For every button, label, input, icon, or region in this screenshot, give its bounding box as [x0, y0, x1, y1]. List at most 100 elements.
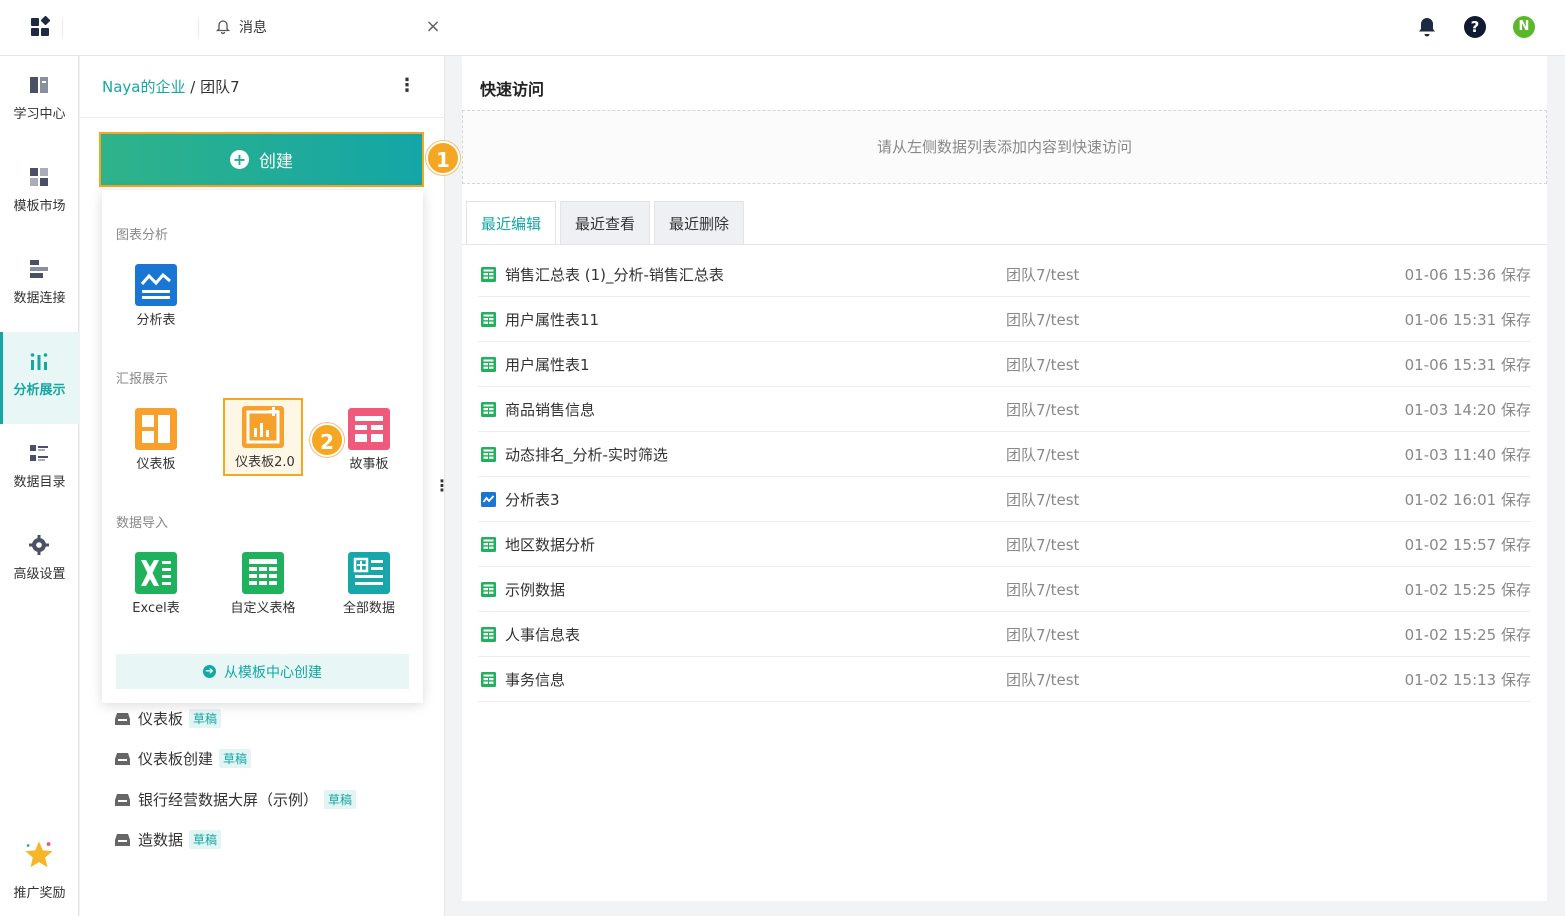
tab-recent-deleted[interactable]: 最近删除: [654, 201, 745, 245]
draft-item[interactable]: 造数据 草稿: [115, 828, 222, 850]
template-icon: [30, 168, 48, 186]
draft-item[interactable]: 仪表板 草稿: [115, 707, 222, 729]
recent-file-row[interactable]: 用户属性表11 团队7/test 01-06 15:31 保存: [478, 297, 1531, 342]
storyboard-icon: [348, 408, 390, 450]
nav-item-data-catalog[interactable]: 数据目录: [0, 424, 79, 516]
draft-item[interactable]: 仪表板创建 草稿: [115, 747, 252, 769]
table-file-icon: [481, 402, 496, 417]
create-from-template-label: 从模板中心创建: [224, 664, 322, 681]
menu-item-custom-table[interactable]: 自定义表格: [223, 544, 303, 622]
create-from-template-button[interactable]: ➔ 从模板中心创建: [116, 654, 409, 689]
draft-tag: 草稿: [324, 789, 357, 809]
menu-item-dashboard-2[interactable]: 仪表板2.0: [223, 398, 303, 476]
draft-name: 仪表板创建: [138, 749, 214, 768]
nav-item-learning-center[interactable]: 学习中心: [0, 56, 79, 148]
nav-label: 数据目录: [13, 475, 66, 490]
message-tab[interactable]: 消息: [215, 16, 267, 38]
nav-item-data-connection[interactable]: 数据连接: [0, 240, 79, 332]
file-name[interactable]: 商品销售信息: [505, 399, 595, 420]
nav-item-analysis[interactable]: 分析展示: [0, 332, 79, 424]
bell-outline-icon: [215, 20, 231, 35]
menu-item-all-data[interactable]: 全部数据: [329, 544, 409, 622]
file-name[interactable]: 人事信息表: [505, 624, 580, 645]
file-path: 团队7/test: [1006, 581, 1080, 599]
create-button[interactable]: + 创建: [99, 132, 424, 187]
file-name[interactable]: 动态排名_分析-实时筛选: [505, 444, 668, 465]
file-path: 团队7/test: [1006, 536, 1080, 554]
file-path: 团队7/test: [1006, 446, 1080, 464]
create-dropdown-menu: 图表分析 分析表 汇报展示 仪表板 仪表板2.0 2 故事板 数据导入 Exce…: [102, 190, 423, 703]
breadcrumb-org-link[interactable]: Naya的企业: [102, 78, 185, 96]
file-name[interactable]: 分析表3: [505, 489, 560, 510]
menu-item-excel[interactable]: Excel表: [116, 544, 196, 622]
menu-item-storyboard[interactable]: 故事板: [329, 400, 409, 478]
file-path: 团队7/test: [1006, 401, 1080, 419]
nav-label: 数据连接: [13, 291, 66, 306]
file-path: 团队7/test: [1006, 626, 1080, 644]
panel-divider: [80, 117, 445, 118]
file-name[interactable]: 用户属性表11: [505, 309, 599, 330]
file-name[interactable]: 示例数据: [505, 579, 565, 600]
file-saved-time: 01-06 15:31 保存: [1404, 356, 1531, 374]
file-path: 团队7/test: [1006, 266, 1080, 284]
file-path: 团队7/test: [1006, 671, 1080, 689]
recent-file-row[interactable]: 用户属性表1 团队7/test 01-06 15:31 保存: [478, 342, 1531, 387]
recent-file-row[interactable]: 动态排名_分析-实时筛选 团队7/test 01-03 11:40 保存: [478, 432, 1531, 477]
file-saved-time: 01-06 15:31 保存: [1404, 311, 1531, 329]
recent-file-row[interactable]: 示例数据 团队7/test 01-02 15:25 保存: [478, 567, 1531, 612]
book-icon: [30, 77, 48, 93]
menu-item-label: 自定义表格: [230, 601, 296, 616]
menu-item-analysis-table[interactable]: 分析表: [116, 256, 196, 334]
nav-item-advanced-settings[interactable]: 高级设置: [0, 516, 79, 608]
table-file-icon: [481, 357, 496, 372]
recent-file-row[interactable]: 人事信息表 团队7/test 01-02 15:25 保存: [478, 612, 1531, 657]
tab-recent-edited[interactable]: 最近编辑: [466, 201, 557, 245]
excel-icon: [135, 552, 177, 594]
dashboard-2-icon: [242, 406, 284, 448]
recent-file-row[interactable]: 商品销售信息 团队7/test 01-03 14:20 保存: [478, 387, 1531, 432]
breadcrumb: Naya的企业 / 团队7: [102, 76, 240, 97]
menu-item-label: 仪表板: [136, 457, 176, 472]
menu-item-label: Excel表: [132, 601, 180, 616]
tab-recent-viewed[interactable]: 最近查看: [560, 201, 651, 245]
plus-circle-icon: +: [230, 150, 249, 169]
recent-file-row[interactable]: 分析表3 团队7/test 01-02 16:01 保存: [478, 477, 1531, 522]
all-data-icon: [348, 552, 390, 594]
nav-item-template-market[interactable]: 模板市场: [0, 148, 79, 240]
user-avatar[interactable]: N: [1513, 16, 1535, 38]
content-card: 快速访问 请从左侧数据列表添加内容到快速访问 最近编辑 最近查看 最近删除 销售…: [462, 56, 1547, 901]
menu-item-dashboard[interactable]: 仪表板: [116, 400, 196, 478]
inbox-icon: [115, 752, 130, 765]
file-saved-time: 01-03 14:20 保存: [1404, 401, 1531, 419]
custom-table-icon: [242, 552, 284, 594]
file-saved-time: 01-02 15:25 保存: [1404, 626, 1531, 644]
file-name[interactable]: 销售汇总表 (1)_分析-销售汇总表: [505, 264, 724, 285]
more-options-icon[interactable]: ⋮: [398, 76, 416, 96]
recent-file-row[interactable]: 事务信息 团队7/test 01-02 15:13 保存: [478, 657, 1531, 702]
star-icon: [25, 841, 53, 868]
draft-name: 银行经营数据大屏（示例）: [138, 790, 319, 809]
catalog-icon: [30, 445, 48, 461]
recent-file-row[interactable]: 地区数据分析 团队7/test 01-02 15:57 保存: [478, 522, 1531, 567]
draft-tag: 草稿: [189, 708, 222, 728]
draft-name: 造数据: [138, 830, 184, 849]
section-report-display: 汇报展示: [116, 372, 169, 387]
help-icon[interactable]: ?: [1464, 16, 1486, 38]
file-path: 团队7/test: [1006, 491, 1080, 509]
recent-file-row[interactable]: 销售汇总表 (1)_分析-销售汇总表 团队7/test 01-06 15:36 保存: [478, 252, 1531, 297]
table-file-icon: [481, 312, 496, 327]
file-name[interactable]: 用户属性表1: [505, 354, 590, 375]
file-name[interactable]: 地区数据分析: [505, 534, 595, 555]
draft-item[interactable]: 银行经营数据大屏（示例） 草稿: [115, 788, 357, 810]
close-tab-icon[interactable]: ×: [424, 16, 442, 38]
table-file-icon: [481, 267, 496, 282]
apps-grid-icon[interactable]: [29, 16, 51, 38]
menu-item-label: 分析表: [136, 313, 176, 328]
file-name[interactable]: 事务信息: [505, 669, 565, 690]
file-saved-time: 01-02 15:13 保存: [1404, 671, 1531, 689]
analysis-file-icon: [481, 492, 496, 507]
breadcrumb-team: 团队7: [200, 78, 240, 96]
table-file-icon: [481, 672, 496, 687]
notification-bell-icon[interactable]: [1416, 16, 1438, 38]
nav-item-promotion[interactable]: 推广奖励: [0, 824, 79, 916]
